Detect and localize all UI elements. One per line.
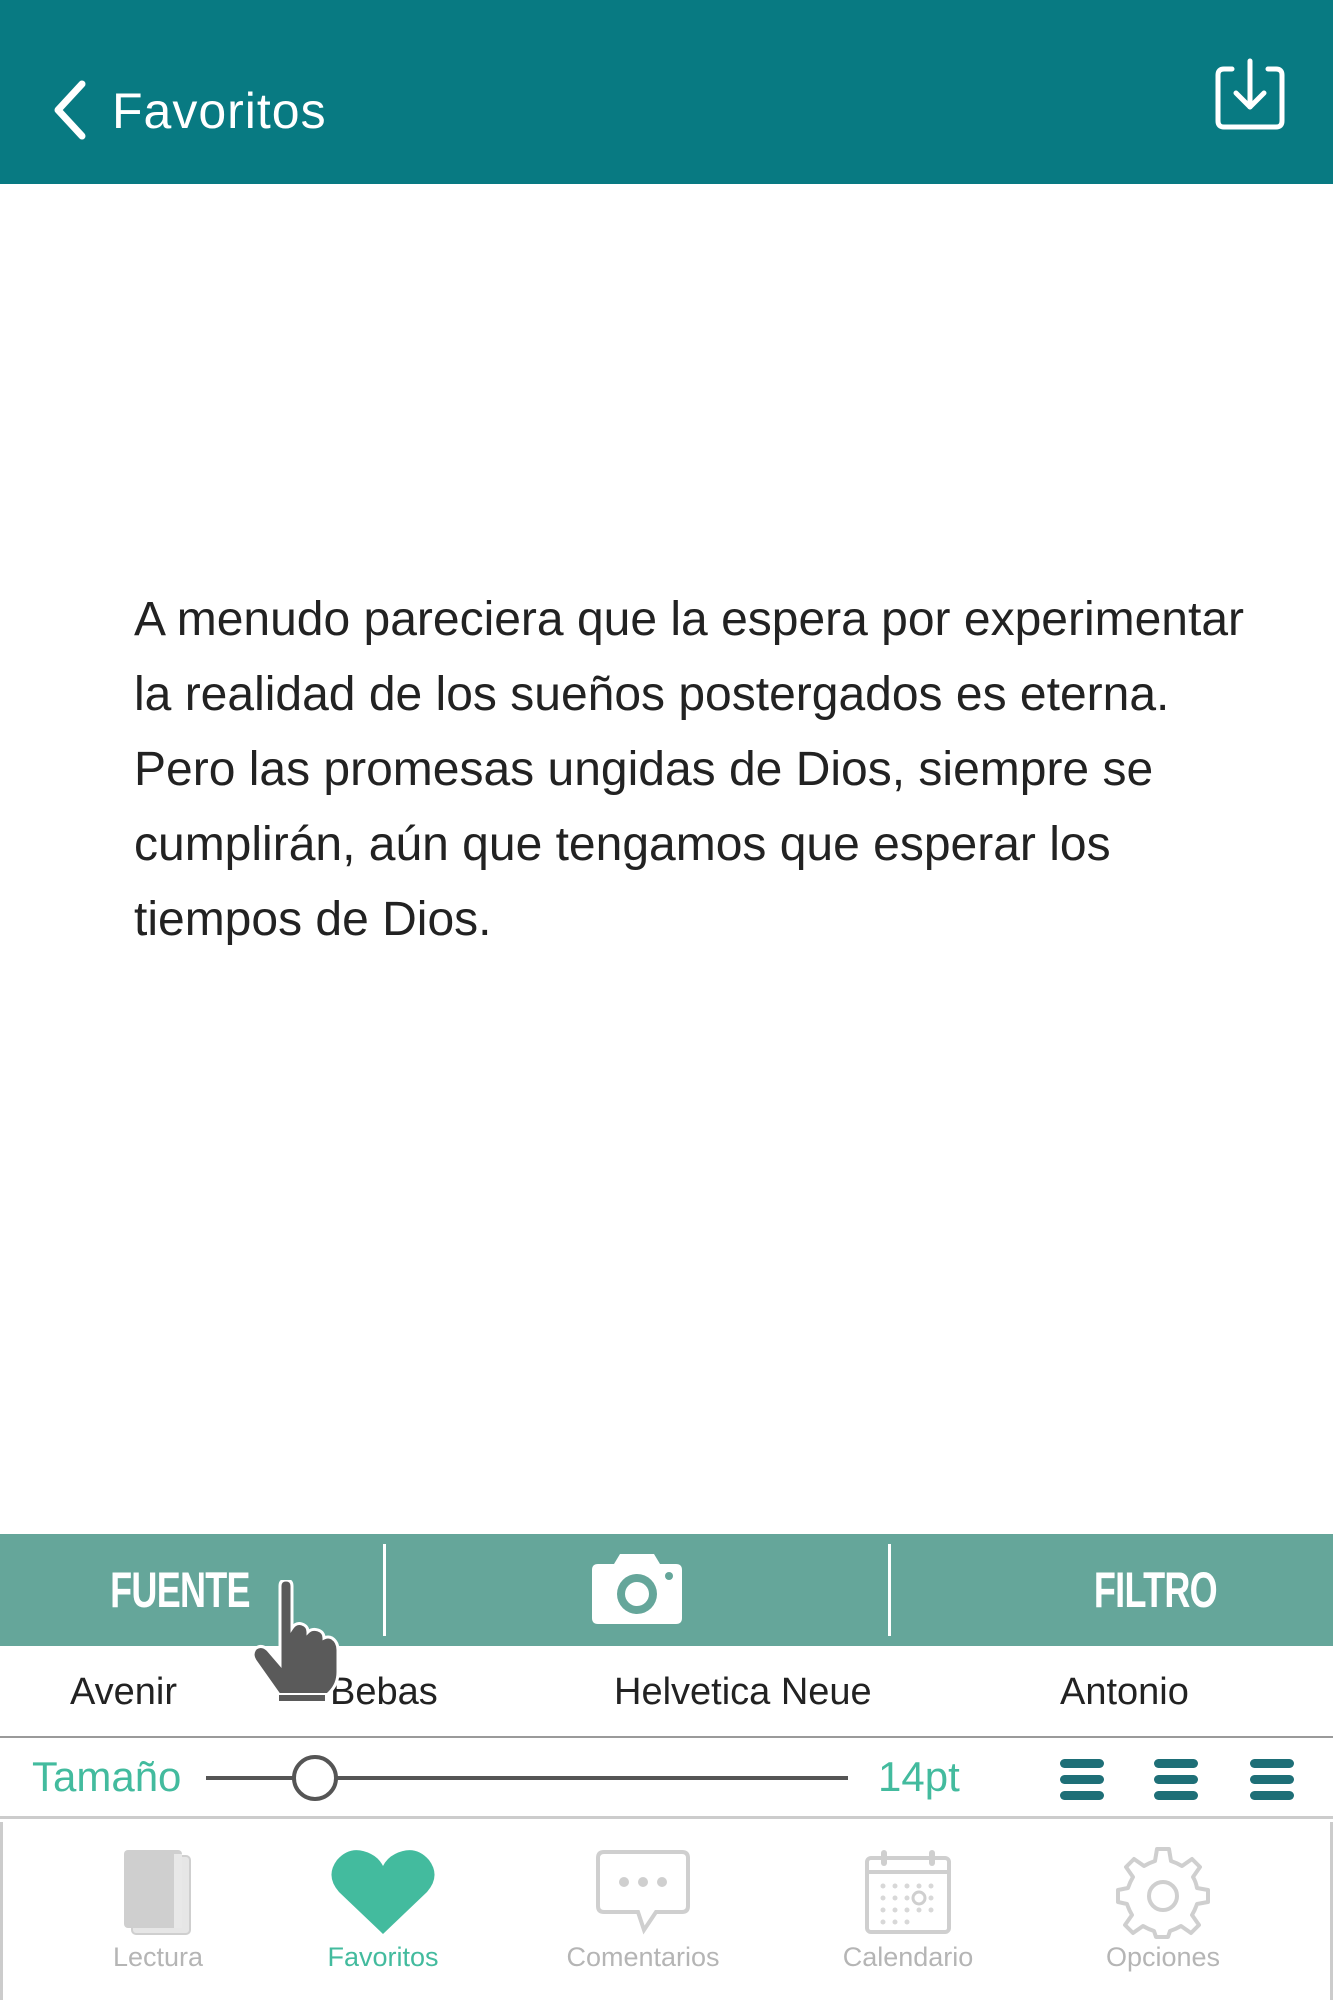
bottom-tab-bar: Lectura Favoritos Comentarios Calendario… [0,1822,1333,2000]
tab-label-favoritos: Favoritos [327,1942,439,1972]
font-tab-label: FUENTE [110,1562,250,1618]
align-right-icon [1250,1759,1294,1768]
top-bar: Favoritos [0,0,1333,184]
camera-icon [590,1550,684,1631]
calendar-icon [865,1850,951,1934]
align-center-icon [1154,1759,1198,1768]
tab-calendario[interactable]: Calendario [823,1822,993,2000]
align-left-button[interactable] [1060,1757,1106,1803]
tab-label-comentarios: Comentarios [566,1942,720,1972]
filter-tab-button[interactable]: FILTRO [889,1534,1333,1646]
font-option-bebas[interactable]: Bebas [330,1666,438,1718]
tab-label-opciones: Opciones [1105,1942,1221,1972]
size-row: Tamaño 14pt [0,1739,1333,1819]
tab-label-lectura: Lectura [112,1942,204,1972]
book-icon [124,1850,191,1935]
size-slider[interactable] [206,1753,848,1803]
tab-favoritos[interactable]: Favoritos [303,1822,463,2000]
slider-thumb[interactable] [292,1755,338,1801]
heart-icon [331,1850,435,1934]
gear-icon [1116,1847,1210,1939]
font-option-avenir[interactable]: Avenir [70,1666,177,1718]
size-label: Tamaño [32,1753,182,1800]
align-left-icon [1060,1759,1104,1768]
filter-tab-label: FILTRO [1093,1562,1218,1618]
page-title: Favoritos [112,83,327,139]
size-value: 14pt [878,1753,960,1800]
align-center-button[interactable] [1154,1757,1200,1803]
camera-button[interactable] [384,1534,889,1646]
hand-pointer-icon [251,1580,340,1703]
tab-label-calendario: Calendario [842,1942,974,1972]
tab-lectura[interactable]: Lectura [83,1822,233,2000]
font-options-row: Avenir Bebas Helvetica Neue Antonio [0,1646,1333,1738]
tab-comentarios[interactable]: Comentarios [548,1822,738,2000]
font-option-helvetica-neue[interactable]: Helvetica Neue [614,1666,872,1718]
download-icon [1215,58,1285,130]
chevron-left-icon [54,80,86,140]
download-button[interactable] [1210,55,1290,135]
edit-toolbar: FUENTE FILTRO [0,1534,1333,1646]
tab-opciones[interactable]: Opciones [1083,1822,1243,2000]
back-button[interactable] [40,70,100,150]
quote-text: A menudo pareciera que la espera por exp… [134,593,1244,946]
align-right-button[interactable] [1250,1757,1296,1803]
font-option-antonio[interactable]: Antonio [1060,1666,1189,1718]
chat-bubble-icon [596,1850,690,1935]
